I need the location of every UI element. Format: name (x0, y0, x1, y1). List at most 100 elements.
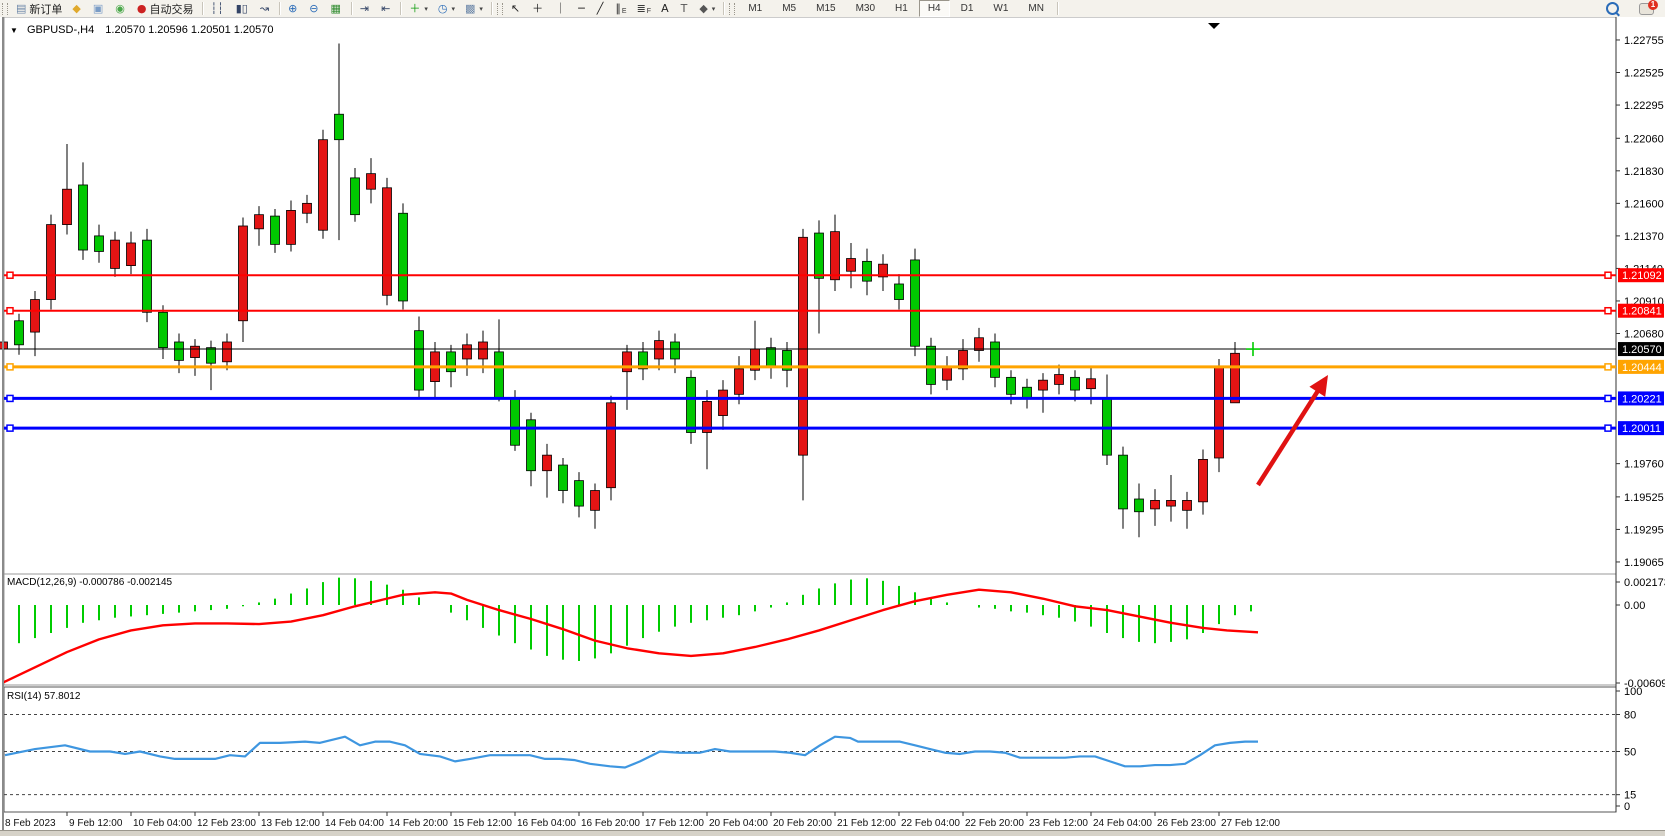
chevron-down-icon[interactable]: ▾ (479, 5, 483, 13)
channel-button-sublabel: E (622, 7, 627, 16)
cursor-button[interactable]: ↖ (507, 0, 526, 17)
fibonacci-button[interactable]: ≣F (633, 0, 656, 17)
trend-arrow[interactable] (1258, 387, 1320, 485)
candle (511, 399, 520, 446)
template-button[interactable]: ▩▾ (461, 0, 487, 17)
line-handle[interactable] (7, 308, 13, 314)
candle (1055, 375, 1064, 385)
toolbar-right: 1 (1601, 0, 1659, 17)
autotrading-button[interactable]: ●自动交易 (133, 0, 198, 17)
candle (735, 369, 744, 394)
tf-h4[interactable]: H4 (919, 0, 950, 17)
candle (911, 260, 920, 346)
rsi-axis-label: 100 (1624, 686, 1642, 698)
tf-w1-label: W1 (988, 3, 1013, 14)
candlestick-button[interactable]: ▮▯ (232, 0, 254, 17)
price-level-chip-label: 1.21092 (1622, 270, 1662, 282)
label-button[interactable]: T (677, 0, 694, 17)
shapes-button[interactable]: ◆▾ (695, 0, 719, 17)
line-handle[interactable] (1605, 425, 1611, 431)
line-handle[interactable] (1605, 395, 1611, 401)
candle (1183, 500, 1192, 510)
candle (63, 189, 72, 224)
fibonacci-icon: ≣ (637, 2, 646, 15)
trendline-icon: ╱ (597, 2, 604, 15)
tf-m30[interactable]: M30 (847, 0, 884, 17)
rsi-panel-label: RSI(14) 57.8012 (7, 691, 80, 702)
candle (895, 284, 904, 300)
chevron-down-icon[interactable]: ▾ (451, 5, 455, 13)
time-tick-label: 14 Feb 04:00 (325, 818, 384, 829)
line-handle[interactable] (1605, 364, 1611, 370)
line-handle[interactable] (1605, 272, 1611, 278)
signal-button[interactable]: ◉ (111, 0, 131, 17)
tf-m15[interactable]: M15 (807, 0, 844, 17)
time-tick-label: 16 Feb 20:00 (581, 818, 640, 829)
shapes-icon: ◆ (699, 2, 707, 15)
candle (1199, 459, 1208, 501)
chevron-down-icon[interactable]: ▾ (424, 5, 428, 13)
tile-windows-button[interactable]: ▦ (327, 0, 347, 17)
time-tick-label: 20 Feb 04:00 (709, 818, 768, 829)
line-chart-button[interactable]: ↝ (256, 0, 275, 17)
notification-badge: 1 (1648, 0, 1658, 10)
time-tick-label: 22 Feb 04:00 (901, 818, 960, 829)
candle (671, 342, 680, 359)
line-handle[interactable] (7, 272, 13, 278)
tf-m5[interactable]: M5 (773, 0, 805, 17)
time-tick-label: 21 Feb 12:00 (837, 818, 896, 829)
notifications-button[interactable]: 1 (1635, 0, 1658, 17)
time-tick-label: 15 Feb 12:00 (453, 818, 512, 829)
channel-button[interactable]: ∥E (611, 0, 630, 17)
toolbar-separator (1057, 2, 1058, 15)
chart-dropdown-icon[interactable]: ▼ (10, 26, 18, 35)
toolbar-separator (400, 2, 401, 15)
candle (1135, 499, 1144, 512)
trendline-button[interactable]: ╱ (593, 0, 610, 17)
tf-h1-label: H1 (890, 3, 913, 14)
bar-chart-button[interactable]: ┆┆ (207, 0, 230, 17)
metaquotes-button[interactable]: ◆ (68, 0, 86, 17)
add-indicator-button[interactable]: ＋▾ (405, 0, 432, 17)
chart-shift-button[interactable]: ⇤ (377, 0, 396, 17)
chart-window[interactable]: ▼ GBPUSD-,H4 1.20570 1.20596 1.20501 1.2… (0, 17, 1665, 835)
chart-canvas[interactable]: 1.227551.225251.222951.220601.218301.216… (0, 17, 1665, 835)
new-order-button[interactable]: ▤新订单 (12, 0, 66, 17)
zoom-in-button[interactable]: ⊕ (284, 0, 303, 17)
horizontal-line-button[interactable]: ─ (574, 0, 591, 17)
price-tick-label: 1.19525 (1624, 492, 1664, 504)
zoom-out-button[interactable]: ⊖ (305, 0, 324, 17)
crosshair-button[interactable]: ＋ (528, 0, 549, 17)
chevron-down-icon[interactable]: ▾ (712, 5, 716, 13)
tf-mn-label: MN (1023, 3, 1049, 14)
tf-d1[interactable]: D1 (952, 0, 983, 17)
tf-w1[interactable]: W1 (984, 0, 1017, 17)
macd-panel-label: MACD(12,26,9) -0.000786 -0.002145 (7, 577, 172, 588)
candle (1151, 500, 1160, 508)
candle (223, 342, 232, 362)
tf-h1[interactable]: H1 (886, 0, 917, 17)
chart-title: ▼ GBPUSD-,H4 1.20570 1.20596 1.20501 1.2… (10, 24, 274, 36)
candle (863, 261, 872, 281)
tf-mn[interactable]: MN (1019, 0, 1053, 17)
candle (607, 403, 616, 488)
rsi-line (5, 737, 1258, 768)
vertical-line-button[interactable]: ｜ (551, 0, 572, 17)
search-button[interactable] (1602, 0, 1633, 17)
line-handle[interactable] (7, 395, 13, 401)
expert-button[interactable]: ▣ (89, 0, 109, 17)
text-button[interactable]: A (657, 0, 675, 17)
crosshair-icon: ＋ (532, 2, 543, 15)
toolbar-group-chart-types: ┆┆▮▯↝ (206, 0, 277, 17)
period-button[interactable]: ◷▾ (434, 0, 459, 17)
price-level-chip-label: 1.20444 (1622, 362, 1662, 374)
line-handle[interactable] (1605, 308, 1611, 314)
toolbar-separator (202, 2, 203, 15)
price-tick-label: 1.22525 (1624, 68, 1664, 80)
auto-scroll-button[interactable]: ⇥ (356, 0, 375, 17)
line-handle[interactable] (7, 425, 13, 431)
candle (831, 232, 840, 280)
tf-m1[interactable]: M1 (739, 0, 771, 17)
line-handle[interactable] (7, 364, 13, 370)
chart-shift-triangle-icon[interactable] (1208, 23, 1220, 29)
